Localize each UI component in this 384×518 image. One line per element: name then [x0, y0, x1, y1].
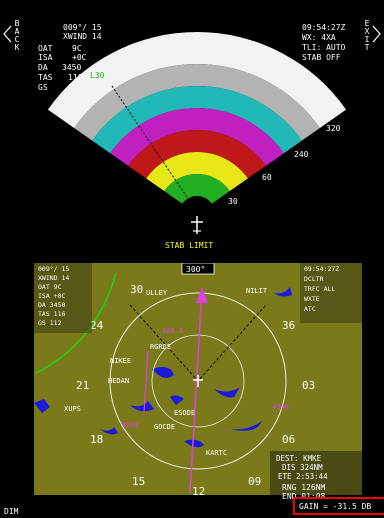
map-tl-line: DA 3450	[38, 301, 65, 309]
compass-06: 06	[282, 433, 295, 446]
fuel-label-4030: 4030	[272, 403, 289, 411]
waypoint-kartc: KARTC	[206, 449, 227, 457]
aircraft-icon	[191, 216, 203, 234]
map-tr-line: DCLTR	[304, 275, 324, 283]
range-readout: RNG 126NM	[282, 483, 326, 492]
compass-30: 30	[130, 283, 143, 296]
waypoint-nikee: NIKEE	[110, 357, 131, 365]
compass-36: 36	[282, 319, 295, 332]
stab-limit-label: STAB LIMIT	[165, 241, 213, 250]
fuel-label-4830: 4830	[122, 421, 139, 429]
fuel-label-304a: 304 A	[162, 327, 184, 335]
map-canvas: 300° 24 30 36 03 06 09 12 15 18 21 ULLEY…	[34, 263, 362, 495]
arc-label-240: 240	[294, 150, 309, 159]
compass-09: 09	[248, 475, 261, 488]
map-tr-line: 09:54:27Z	[304, 265, 339, 273]
map-tr-line: TRFC ALL	[304, 285, 335, 293]
waypoint-gocde: GOCDE	[154, 423, 175, 431]
waypoint-hedan: HEDAN	[108, 377, 129, 385]
waypoint-esode: ESODE	[174, 409, 195, 417]
compass-24: 24	[90, 319, 104, 332]
waypoint-rgrde: RGRDE	[150, 343, 171, 351]
waypoint-ulley: ULLEY	[146, 289, 168, 297]
compass-18: 18	[90, 433, 103, 446]
course-pointer-icon	[196, 287, 208, 303]
arc-label-320: 320	[326, 124, 341, 133]
compass-12: 12	[192, 485, 205, 495]
heading-value: 300°	[186, 265, 205, 274]
compass-03: 03	[302, 379, 315, 392]
gain-readout: GAIN = -31.5 DB	[299, 502, 372, 511]
map-tr-line: ATC	[304, 305, 316, 313]
map-tl-line: TAS 116	[38, 310, 65, 318]
moving-map[interactable]: 300° 24 30 36 03 06 09 12 15 18 21 ULLEY…	[34, 263, 362, 495]
green-l30-label: L30	[90, 71, 105, 80]
map-tl-line: 009°/ 15	[38, 265, 69, 273]
dest-distance: DIS 324NM	[282, 463, 323, 472]
mfd-screen: { "left_bezel": { "back_label": "B\nA\nC…	[0, 0, 384, 518]
dest-ete: ETE 2:53:44	[278, 472, 328, 481]
waypoint-xups: XUPS	[64, 405, 81, 413]
compass-15: 15	[132, 475, 145, 488]
compass-21: 21	[76, 379, 89, 392]
map-tr-line: WXTE	[304, 295, 320, 303]
map-tl-line: ISA +0C	[38, 292, 65, 300]
waypoint-nilit: NILIT	[246, 287, 268, 295]
dest-title: DEST: KMKE	[276, 454, 322, 463]
arc-label-60: 60	[262, 173, 272, 182]
map-tl-line: XWIND 14	[38, 274, 69, 282]
arc-label-30: 30	[228, 197, 238, 206]
map-tl-line: OAT 9C	[38, 283, 62, 291]
gain-indicator: GAIN = -31.5 DB	[293, 497, 384, 515]
course-line	[189, 288, 203, 494]
dim-button[interactable]: DIM	[4, 508, 18, 516]
map-tl-line: GS 112	[38, 319, 62, 327]
